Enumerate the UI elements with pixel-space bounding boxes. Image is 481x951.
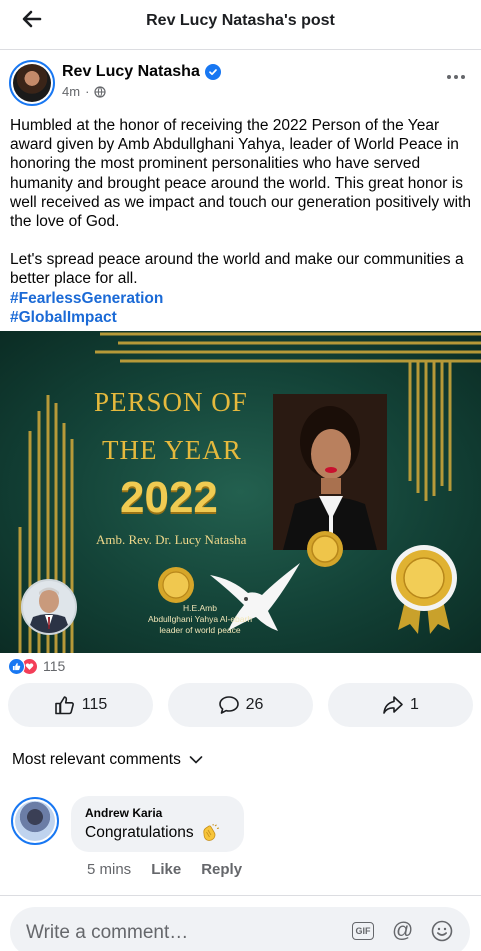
promo-year: 2022 (120, 473, 218, 522)
post-paragraph-1: Humbled at the honor of receiving the 20… (10, 117, 471, 231)
more-icon[interactable] (447, 72, 469, 82)
comment-button[interactable]: 26 (168, 683, 313, 727)
gold-seal-ribbon (391, 545, 457, 634)
post-time[interactable]: 4m (62, 84, 80, 99)
author-name[interactable]: Rev Lucy Natasha (62, 63, 200, 81)
post-image[interactable]: PERSON OF THE YEAR 2022 Amb. Rev. Dr. Lu… (0, 331, 481, 653)
thumbs-up-icon (54, 696, 74, 715)
share-count: 1 (410, 696, 419, 713)
hashtag-link[interactable]: #FearlessGeneration (10, 289, 474, 308)
comment-time: 5 mins (87, 861, 132, 878)
reaction-count: 115 (43, 658, 66, 674)
globe-icon (94, 85, 107, 98)
comment-like-button[interactable]: Like (151, 861, 181, 878)
hashtag-link[interactable]: #GlobalImpact (10, 308, 474, 327)
gif-icon[interactable]: GIF (352, 922, 374, 940)
comment-composer[interactable]: Write a comment… GIF @ (10, 907, 470, 951)
like-count: 115 (81, 696, 108, 713)
like-button[interactable]: 115 (8, 683, 153, 727)
honoree-line-2: Abdullghani Yahya Al-ebarh (147, 614, 253, 624)
comment-meta: 5 mins Like Reply (87, 861, 242, 878)
comment-count: 26 (245, 696, 264, 713)
comment-author[interactable]: Andrew Karia (85, 806, 230, 820)
top-bar: Rev Lucy Natasha's post (0, 0, 481, 50)
comment-text-row: Congratulations (85, 824, 230, 842)
post-meta: 4m · (62, 84, 107, 99)
post-text: Humbled at the honor of receiving the 20… (10, 116, 474, 327)
promo-recipient: Amb. Rev. Dr. Lucy Natasha (96, 532, 247, 547)
chevron-down-icon (189, 756, 203, 764)
comment-text: Congratulations (85, 824, 194, 841)
like-icon (8, 657, 25, 675)
recipient-portrait (273, 394, 387, 550)
at-icon[interactable]: @ (392, 919, 413, 943)
comment-bubble[interactable]: Andrew Karia Congratulations (71, 796, 244, 852)
honoree-photo (21, 579, 77, 635)
honoree-caption: H.E.Amb Abdullghani Yahya Al-ebarh leade… (105, 603, 295, 636)
composer-divider (0, 895, 481, 896)
honoree-line-1: H.E.Amb (182, 603, 217, 613)
honoree-line-3: leader of world peace (159, 625, 241, 635)
clap-icon (202, 824, 219, 841)
promo-title-line2: THE YEAR (102, 435, 242, 465)
share-button[interactable]: 1 (328, 683, 473, 727)
verified-icon (204, 64, 221, 80)
author-name-row[interactable]: Rev Lucy Natasha (62, 63, 221, 81)
commenter-avatar[interactable] (11, 797, 59, 845)
emoji-icon[interactable] (431, 920, 453, 942)
gold-coin (158, 567, 194, 603)
comment-icon (218, 696, 239, 714)
reactions-summary[interactable]: 115 (8, 657, 65, 675)
gold-seal-small (307, 531, 343, 567)
meta-separator: · (85, 84, 90, 99)
share-icon (383, 696, 403, 714)
post-header: Rev Lucy Natasha 4m · (0, 52, 481, 108)
page-title: Rev Lucy Natasha's post (146, 12, 335, 29)
post-paragraph-2: Let's spread peace around the world and … (10, 251, 464, 288)
author-avatar[interactable] (9, 60, 55, 106)
comments-sort-dropdown[interactable]: Most relevant comments (12, 751, 203, 769)
promo-title-line1: PERSON OF (94, 387, 248, 417)
sort-label: Most relevant comments (12, 751, 181, 768)
comment-reply-button[interactable]: Reply (201, 861, 242, 878)
comment-input[interactable]: Write a comment… (26, 922, 188, 944)
